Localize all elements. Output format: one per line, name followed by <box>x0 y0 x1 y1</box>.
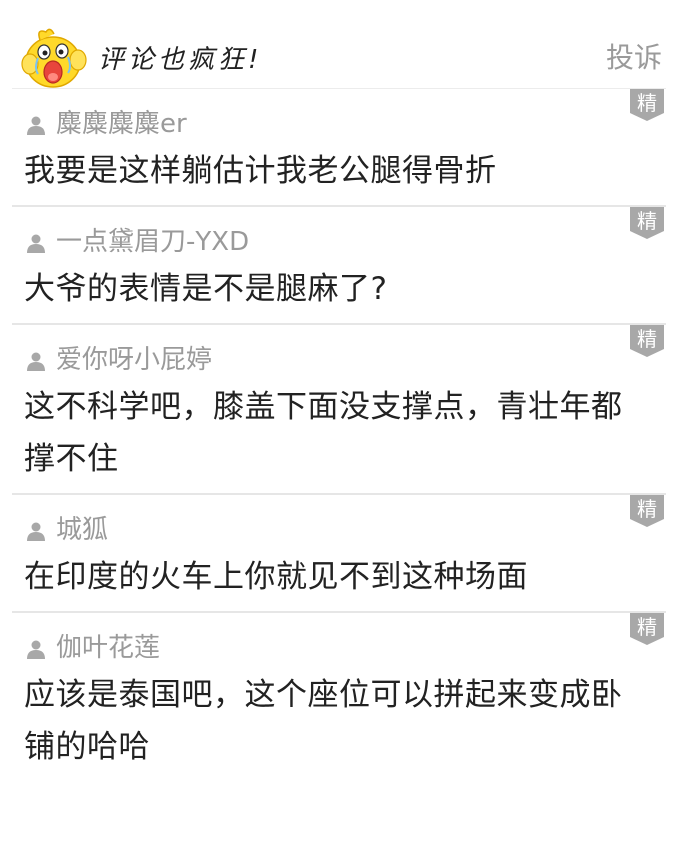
comment-text: 在印度的火车上你就见不到这种场面 <box>24 559 528 595</box>
featured-badge-icon: 精 <box>630 325 664 357</box>
page-header: 评论也疯狂! 投诉 <box>0 0 680 92</box>
comment-user-row: 一点黛眉刀-YXD 精 <box>12 207 666 263</box>
comment-item: 麋麋麋麋er 精 我要是这样躺估计我老公腿得骨折 <box>12 89 666 207</box>
comment-item: 伽叶花莲 精 应该是泰国吧，这个座位可以拼起来变成卧铺的哈哈 <box>12 613 666 781</box>
comment-username[interactable]: 城狐 <box>56 513 108 547</box>
mascot-icon <box>21 28 87 88</box>
comment-text: 应该是泰国吧，这个座位可以拼起来变成卧铺的哈哈 <box>24 677 623 765</box>
featured-badge-icon: 精 <box>630 89 664 121</box>
user-icon <box>27 116 45 135</box>
featured-badge-label: 精 <box>637 497 657 521</box>
comment-text: 大爷的表情是不是腿麻了? <box>24 271 388 307</box>
user-icon <box>27 352 45 371</box>
comment-text: 这不科学吧，膝盖下面没支撑点，青壮年都撑不住 <box>24 389 623 477</box>
page-title: 评论也疯狂! <box>98 45 263 75</box>
comment-user-row: 麋麋麋麋er 精 <box>12 89 666 145</box>
comment-user-row: 爱你呀小屁婷 精 <box>12 325 666 381</box>
featured-badge-label: 精 <box>637 327 657 351</box>
comment-item: 爱你呀小屁婷 精 这不科学吧，膝盖下面没支撑点，青壮年都撑不住 <box>12 325 666 495</box>
featured-badge-label: 精 <box>637 615 657 639</box>
comment-user-row: 城狐 精 <box>12 495 666 551</box>
comment-username[interactable]: 爱你呀小屁婷 <box>56 343 212 377</box>
comment-list: 麋麋麋麋er 精 我要是这样躺估计我老公腿得骨折 一点黛眉刀-YXD 精 大爷的… <box>0 89 680 781</box>
comment-text: 我要是这样躺估计我老公腿得骨折 <box>24 153 497 189</box>
user-icon <box>27 522 45 541</box>
comment-item: 城狐 精 在印度的火车上你就见不到这种场面 <box>12 495 666 613</box>
comment-user-row: 伽叶花莲 精 <box>12 613 666 669</box>
comment-item: 一点黛眉刀-YXD 精 大爷的表情是不是腿麻了? <box>12 207 666 325</box>
comment-username[interactable]: 伽叶花莲 <box>56 631 160 665</box>
featured-badge-icon: 精 <box>630 207 664 239</box>
comment-username[interactable]: 麋麋麋麋er <box>56 107 187 141</box>
user-icon <box>27 640 45 659</box>
featured-badge-icon: 精 <box>630 495 664 527</box>
featured-badge-icon: 精 <box>630 613 664 645</box>
featured-badge-label: 精 <box>637 91 657 115</box>
featured-badge-label: 精 <box>637 209 657 233</box>
comment-username[interactable]: 一点黛眉刀-YXD <box>56 225 249 259</box>
user-icon <box>27 234 45 253</box>
report-button[interactable]: 投诉 <box>606 40 662 76</box>
